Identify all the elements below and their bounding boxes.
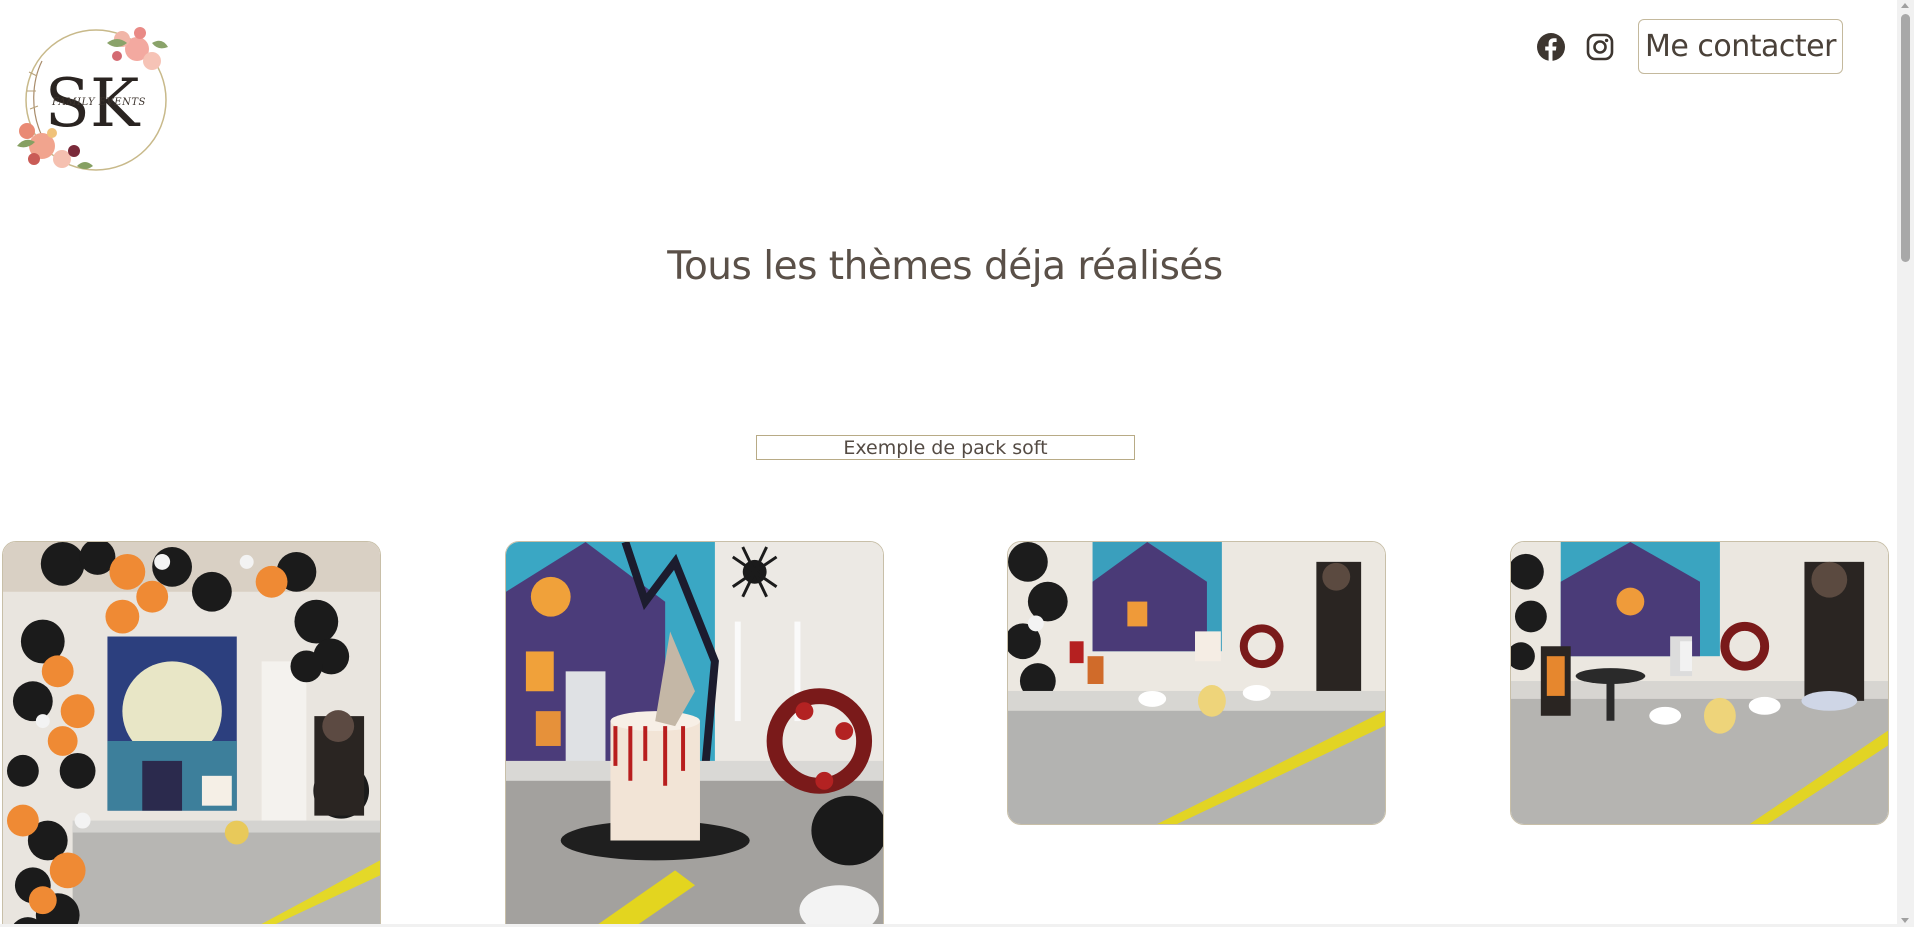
page: SK FAMILY EVENTS Me contacter Tous les t… <box>0 0 1897 924</box>
pack-label: Exemple de pack soft <box>756 435 1135 460</box>
contact-button[interactable]: Me contacter <box>1638 19 1843 74</box>
vertical-scrollbar[interactable] <box>1897 0 1914 927</box>
gallery-photo[interactable] <box>1007 541 1386 825</box>
logo-tagline: FAMILY EVENTS <box>52 97 146 108</box>
photo-halloween-balloon-arch-icon <box>3 542 380 924</box>
photo-halloween-table-icon <box>1008 542 1385 824</box>
instagram-icon <box>1586 33 1614 61</box>
photo-halloween-cake-icon <box>506 542 883 924</box>
scroll-up-arrow-icon[interactable] <box>1901 3 1909 8</box>
page-title: Tous les thèmes déja réalisés <box>667 244 1223 289</box>
gallery-photo[interactable] <box>2 541 381 924</box>
facebook-link[interactable] <box>1534 30 1568 64</box>
gallery-photo[interactable] <box>1510 541 1889 825</box>
site-logo[interactable]: SK FAMILY EVENTS <box>12 21 176 172</box>
photo-halloween-table-closeup-icon <box>1511 542 1888 824</box>
gallery-photo[interactable] <box>505 541 884 924</box>
scroll-thumb[interactable] <box>1901 14 1910 262</box>
instagram-link[interactable] <box>1583 30 1617 64</box>
scroll-down-arrow-icon[interactable] <box>1901 918 1909 923</box>
facebook-icon <box>1537 33 1565 61</box>
